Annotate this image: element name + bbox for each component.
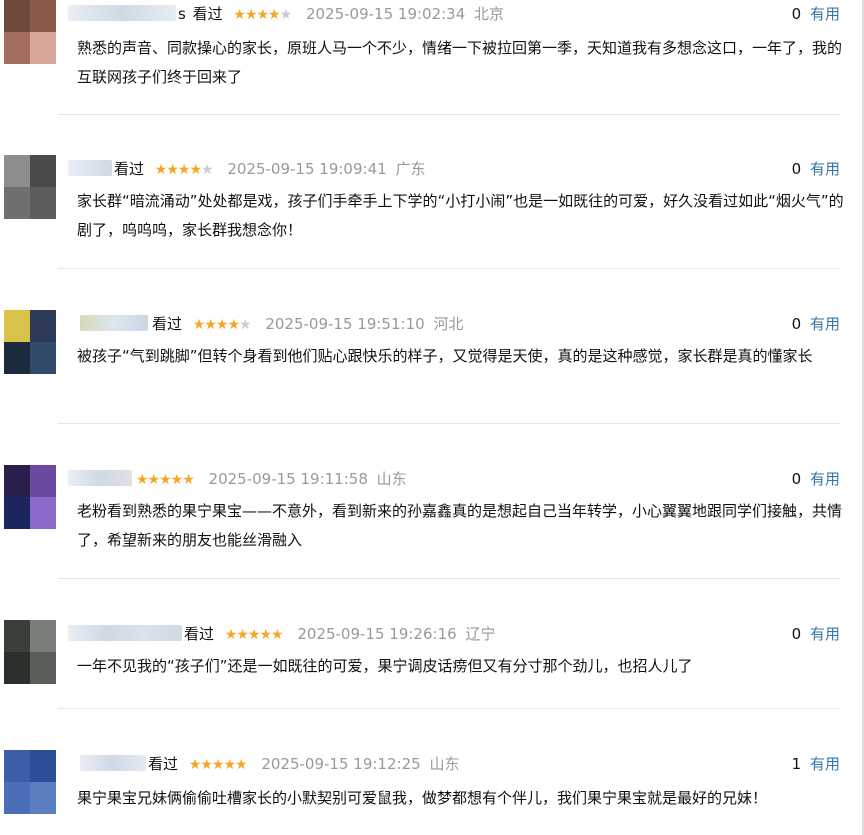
avatar[interactable] (4, 310, 56, 374)
watched-status: 看过 (152, 315, 183, 333)
username-tail[interactable]: s (178, 0, 186, 28)
watched-status: 看过 (192, 5, 223, 23)
useful-count: 0 (791, 5, 802, 23)
username[interactable] (68, 5, 176, 21)
watched-status: 看过 (184, 625, 215, 643)
review-item: 看过 ★★★★★ 2025-09-15 19:51:10 河北 0 有用 被孩子… (0, 310, 864, 425)
useful-vote: 0 有用 (792, 0, 840, 28)
username[interactable] (68, 625, 182, 641)
review-content: 老粉看到熟悉的果宁果宝——不意外，看到新来的孙嘉鑫真的是想起自己当年转学，小心翼… (77, 502, 843, 549)
username[interactable] (68, 160, 112, 176)
review-time: 2025-09-15 19:26:16 (297, 625, 457, 643)
useful-count: 0 (791, 470, 802, 488)
avatar[interactable] (4, 155, 56, 219)
review-time: 2025-09-15 19:09:41 (227, 160, 387, 178)
review-content: 熟悉的声音、同款操心的家长，原班人马一个不少，情绪一下被拉回第一季，天知道我有多… (77, 39, 843, 86)
divider (58, 268, 840, 269)
review-content: 被孩子“气到跳脚”但转个身看到他们贴心跟快乐的样子，又觉得是天使，真的是这种感觉… (77, 347, 813, 365)
watched-status: 看过 (148, 755, 179, 773)
review-location: 北京 (474, 5, 505, 23)
review-item: 看过 ★★★★★ 2025-09-15 19:12:25 山东 1 有用 果宁果… (0, 750, 864, 835)
useful-count: 0 (791, 625, 802, 643)
divider (58, 423, 840, 424)
review-time: 2025-09-15 19:12:25 (261, 755, 421, 773)
review-time: 2025-09-15 19:51:10 (265, 315, 425, 333)
rating-stars: ★★★★★ (233, 7, 292, 23)
review-time: 2025-09-15 19:11:58 (208, 470, 368, 488)
rating-stars: ★★★★★ (188, 757, 248, 773)
divider (58, 578, 840, 579)
useful-vote: 0 有用 (792, 155, 840, 183)
review-item: s 看过 ★★★★★ 2025-09-15 19:02:34 北京 0 有用 熟… (0, 0, 864, 115)
username[interactable] (68, 470, 132, 486)
rating-stars: ★★★★★ (154, 162, 214, 178)
avatar[interactable] (4, 620, 56, 684)
rating-stars: ★★★★★ (192, 317, 252, 333)
review-location: 河北 (433, 315, 464, 333)
useful-vote: 0 有用 (792, 310, 840, 338)
review-item: 看过 ★★★★★ 2025-09-15 19:26:16 辽宁 0 有用 一年不… (0, 620, 864, 710)
rating-stars: ★★★★★ (224, 627, 284, 643)
useful-count: 0 (791, 315, 802, 333)
useful-button[interactable]: 有用 (810, 625, 840, 643)
useful-count: 1 (791, 755, 802, 773)
watched-status: 看过 (114, 160, 145, 178)
useful-vote: 0 有用 (792, 620, 840, 648)
review-time: 2025-09-15 19:02:34 (305, 5, 466, 23)
useful-button[interactable]: 有用 (810, 315, 840, 333)
review-location: 山东 (429, 755, 460, 773)
review-location: 辽宁 (465, 625, 496, 643)
useful-button[interactable]: 有用 (810, 470, 840, 488)
review-location: 广东 (395, 160, 426, 178)
useful-vote: 0 有用 (792, 465, 840, 493)
username[interactable] (80, 315, 148, 331)
review-content: 果宁果宝兄妹俩偷偷吐槽家长的小默契别可爱鼠我，做梦都想有个伴儿，我们果宁果宝就是… (77, 789, 768, 807)
useful-count: 0 (791, 160, 802, 178)
review-content: 一年不见我的“孩子们”还是一如既往的可爱，果宁调皮话痨但又有分寸那个劲儿，也招人… (77, 657, 693, 675)
avatar[interactable] (4, 465, 56, 529)
useful-button[interactable]: 有用 (810, 160, 840, 178)
review-location: 山东 (376, 470, 407, 488)
review-item: ★★★★★ 2025-09-15 19:11:58 山东 0 有用 老粉看到熟悉… (0, 465, 864, 580)
useful-button[interactable]: 有用 (810, 5, 840, 23)
useful-vote: 1 有用 (792, 750, 840, 778)
review-item: 看过 ★★★★★ 2025-09-15 19:09:41 广东 0 有用 家长群… (0, 155, 864, 270)
divider (58, 708, 840, 709)
rating-stars: ★★★★★ (136, 472, 195, 488)
avatar[interactable] (4, 750, 56, 814)
avatar[interactable] (4, 0, 56, 64)
divider (58, 114, 840, 115)
useful-button[interactable]: 有用 (810, 755, 840, 773)
review-content: 家长群“暗流涌动”处处都是戏，孩子们手牵手上下学的“小打小闹”也是一如既往的可爱… (77, 192, 844, 239)
username[interactable] (80, 755, 146, 771)
